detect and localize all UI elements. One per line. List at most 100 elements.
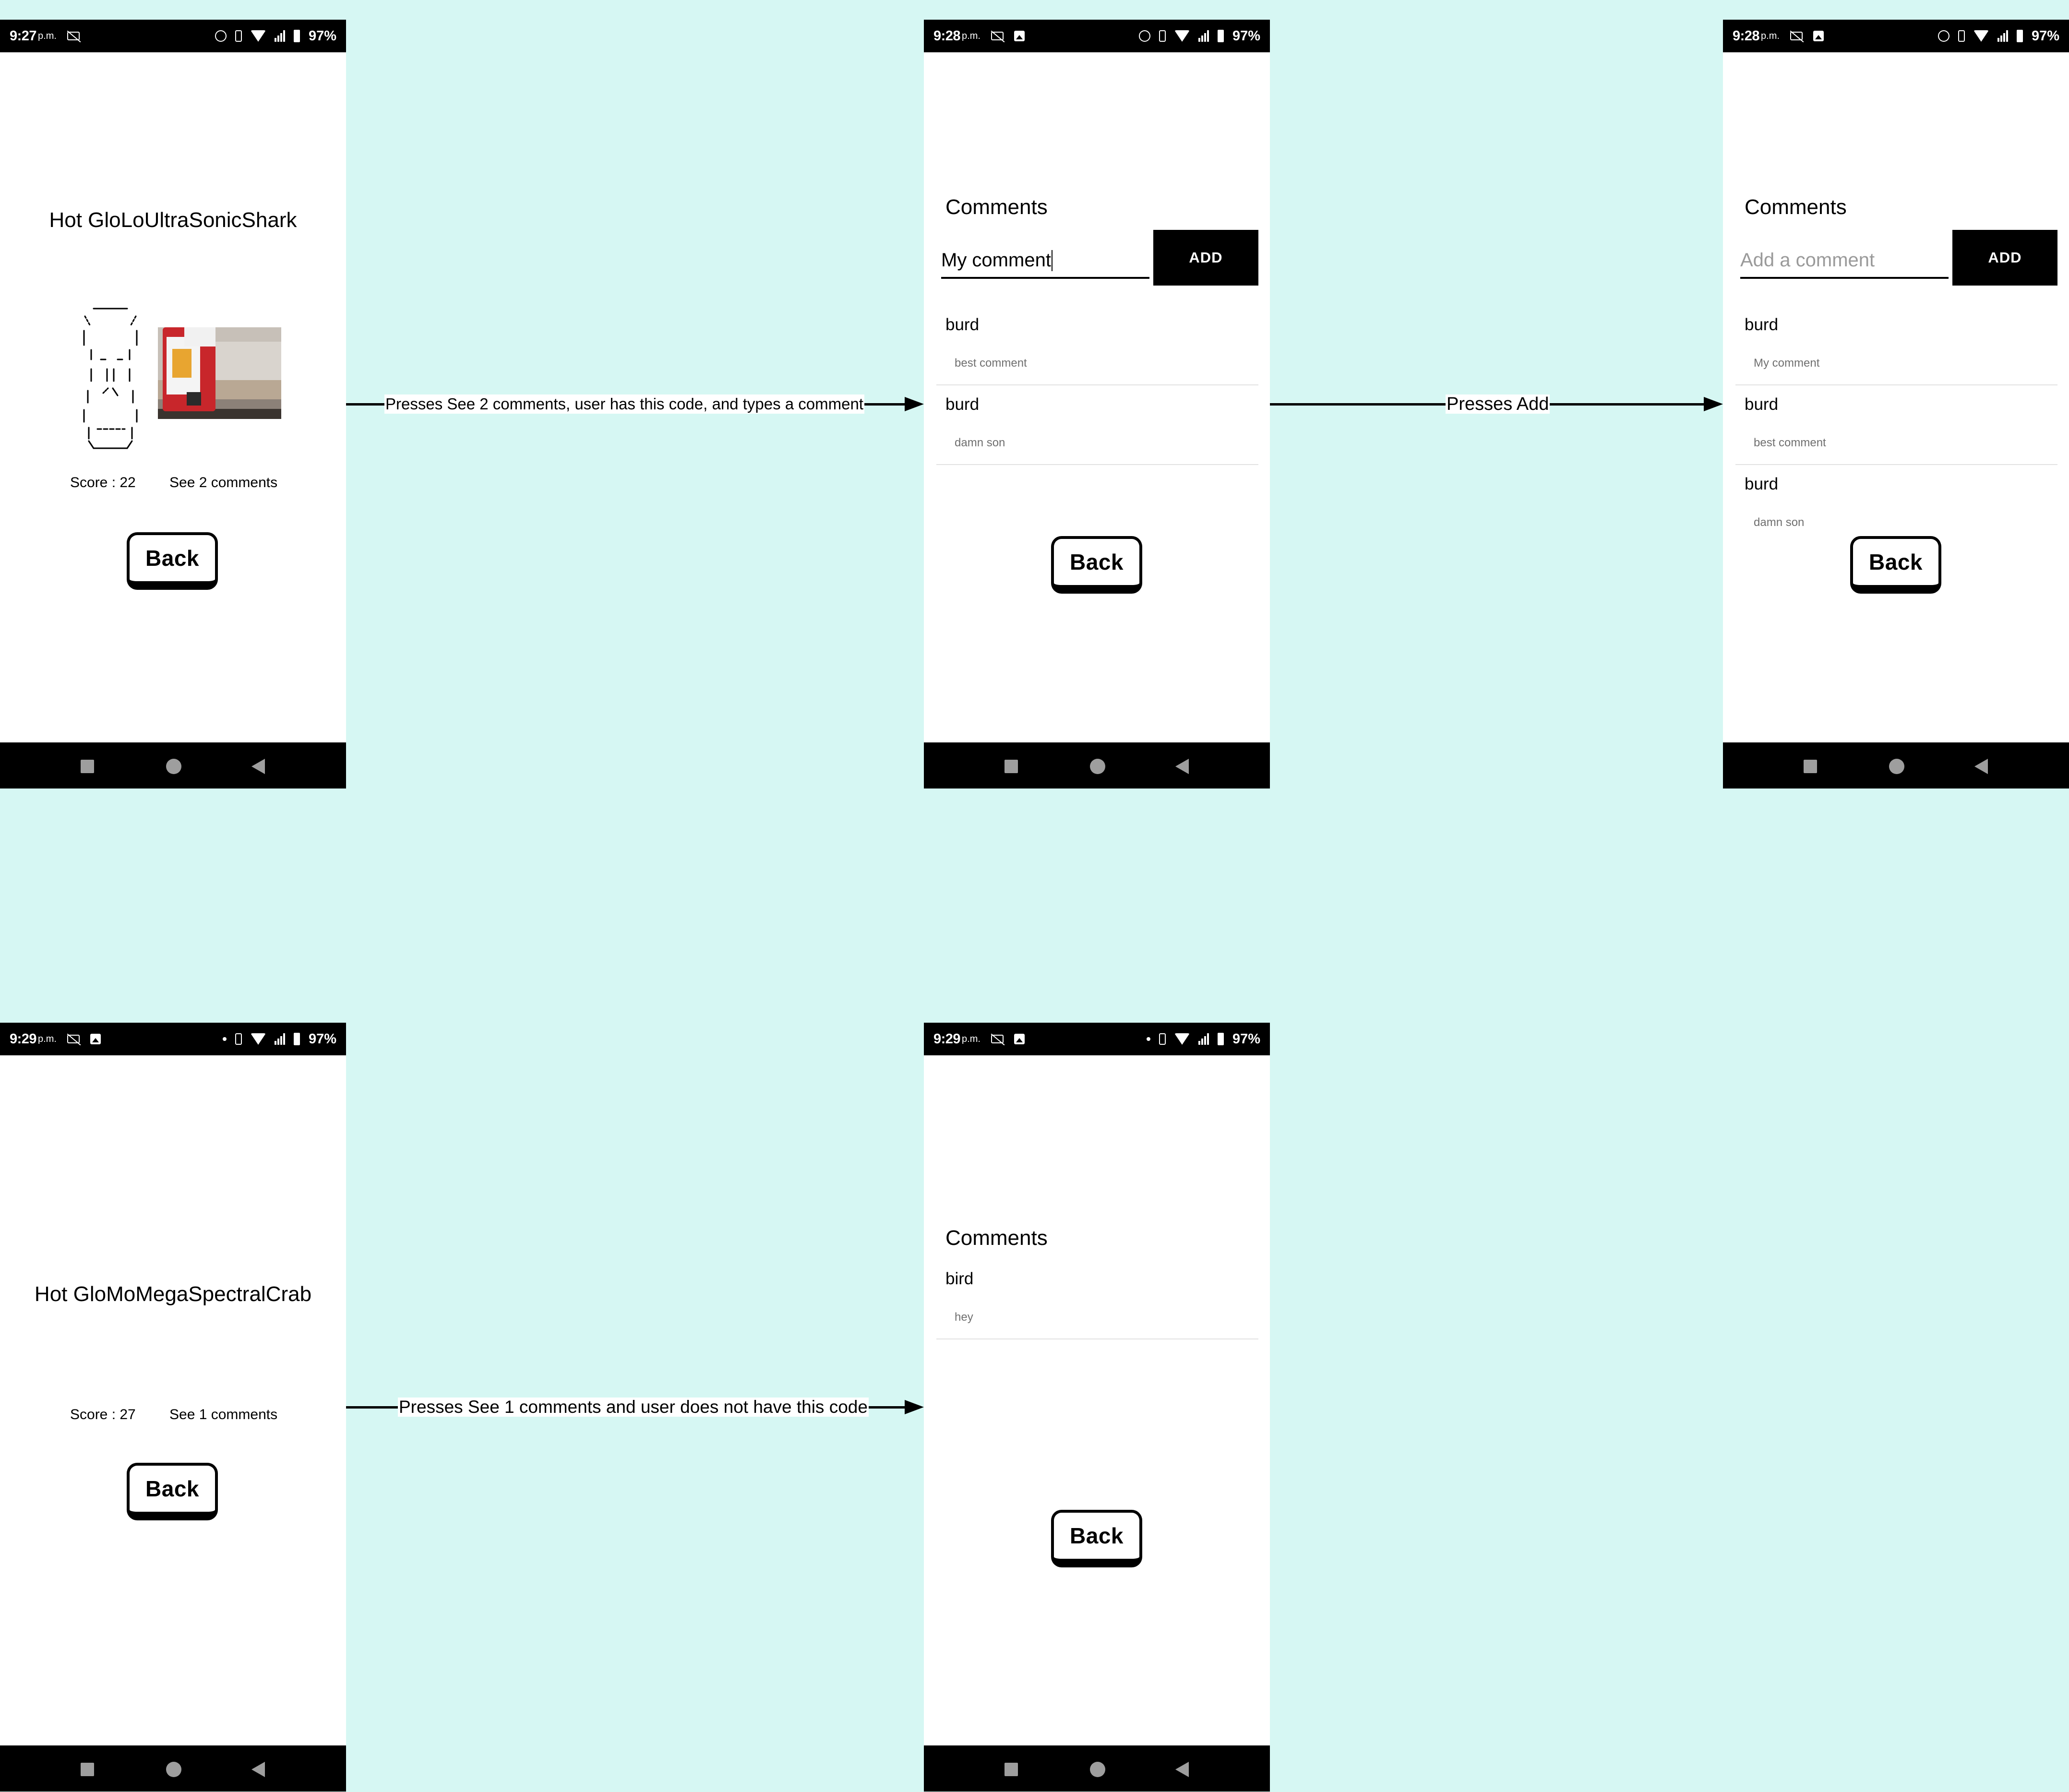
screen-comments-added: 9:28 p.m. 97% Comments Add a comment ADD… (1723, 20, 2069, 788)
comment-text: best comment (1754, 436, 1826, 449)
image-icon (1014, 31, 1025, 41)
recents-icon[interactable] (1005, 1763, 1018, 1776)
status-ampm: p.m. (38, 1033, 57, 1044)
add-button[interactable]: ADD (1153, 230, 1258, 286)
battery-icon (2016, 30, 2023, 42)
back-button[interactable]: Back (127, 1463, 218, 1520)
back-button[interactable]: Back (1850, 536, 1941, 594)
battery-percent: 97% (1232, 1031, 1260, 1047)
comment-input-value: My comment (941, 250, 1051, 271)
arrow-head (905, 397, 924, 411)
comment-input-placeholder: Add a comment (1740, 250, 1875, 271)
comments-heading: Comments (1745, 195, 1847, 219)
back-button-label: Back (1869, 550, 1923, 574)
image-icon (1813, 31, 1824, 41)
wifi-icon (1174, 1033, 1190, 1045)
battery-percent: 97% (2031, 28, 2059, 44)
comment-user: bird (945, 1269, 974, 1288)
nav-back-icon[interactable] (1175, 759, 1189, 774)
recents-icon[interactable] (81, 1763, 94, 1776)
item-title: Hot GloMoMegaSpectralCrab (34, 1282, 312, 1306)
image-icon (1014, 1034, 1025, 1044)
comment-user: burd (945, 395, 980, 414)
home-icon[interactable] (1889, 759, 1904, 774)
recents-icon[interactable] (81, 760, 94, 773)
nav-back-icon[interactable] (251, 1762, 265, 1777)
comment-item: burd damn son (936, 385, 1258, 465)
home-icon[interactable] (166, 1762, 181, 1777)
back-button[interactable]: Back (127, 532, 218, 590)
nav-back-icon[interactable] (1974, 759, 1988, 774)
nav-bar (1723, 742, 2069, 788)
score-label: Score : 22 (70, 475, 136, 490)
wifi-icon (1174, 30, 1190, 42)
home-icon[interactable] (1090, 1762, 1105, 1777)
screen-comments-typing: 9:28 p.m. 97% Comments My comment ADD bu… (924, 20, 1270, 788)
signal-icon (1198, 1033, 1209, 1045)
comments-heading: Comments (945, 1226, 1048, 1250)
see-comments-link[interactable]: See 2 comments (169, 475, 277, 491)
back-button-label: Back (145, 1476, 199, 1501)
score-label: Score : 27 (70, 1407, 136, 1422)
comment-text: hey (955, 1311, 973, 1324)
signal-icon (1198, 30, 1209, 42)
vibrate-icon (235, 30, 242, 42)
alarm-icon (1138, 30, 1150, 42)
camera-off-icon (991, 32, 1004, 40)
nav-bar (0, 1745, 346, 1792)
comment-input[interactable]: My comment (941, 229, 1149, 279)
screen-item-detail-1: 9:27 p.m. 97% Hot GloLoUltraSonicShark S… (0, 20, 346, 788)
home-icon[interactable] (166, 759, 181, 774)
comment-input[interactable]: Add a comment (1740, 229, 1949, 279)
signal-icon (274, 30, 285, 42)
comment-item: burd best comment (936, 306, 1258, 385)
nav-bar (924, 742, 1270, 788)
status-bar: 9:28 p.m. 97% (924, 20, 1270, 52)
image-icon (90, 1034, 101, 1044)
status-ampm: p.m. (38, 30, 57, 41)
status-bar: 9:27 p.m. 97% (0, 20, 346, 52)
camera-off-icon (1790, 32, 1803, 40)
add-button[interactable]: ADD (1952, 230, 2057, 286)
battery-icon (1217, 30, 1224, 42)
item-title: Hot GloLoUltraSonicShark (49, 208, 297, 232)
nav-back-icon[interactable] (1175, 1762, 1189, 1777)
wifi-icon (250, 30, 266, 42)
status-time: 9:28 (933, 28, 961, 44)
status-bar: 9:29 p.m. 97% (924, 1023, 1270, 1055)
comment-item: burd damn son (1735, 465, 2057, 545)
status-ampm: p.m. (1761, 30, 1780, 41)
battery-icon (293, 30, 300, 42)
status-bar: 9:28 p.m. 97% (1723, 20, 2069, 52)
home-icon[interactable] (1090, 759, 1105, 774)
notification-dot-icon (222, 1037, 227, 1041)
see-comments-link[interactable]: See 1 comments (169, 1407, 277, 1423)
arrow-head (905, 1400, 924, 1414)
vibrate-icon (1159, 30, 1166, 42)
back-button[interactable]: Back (1051, 1510, 1142, 1567)
flow-arrow: Presses Add (1270, 394, 1723, 414)
battery-percent: 97% (1232, 28, 1260, 44)
comment-text: damn son (955, 436, 1005, 449)
status-ampm: p.m. (962, 1033, 981, 1044)
screen-item-detail-2: 9:29 p.m. 97% Hot GloMoMegaSpectralCrab … (0, 1023, 346, 1792)
wifi-icon (250, 1033, 266, 1045)
signal-icon (274, 1033, 285, 1045)
battery-percent: 97% (308, 1031, 336, 1047)
arrow-head (1704, 397, 1723, 411)
comment-user: burd (1745, 315, 1779, 334)
camera-off-icon (67, 32, 80, 40)
arrow-label: Presses Add (1446, 394, 1550, 414)
alarm-icon (1937, 30, 1949, 42)
vibrate-icon (1958, 30, 1965, 42)
recents-icon[interactable] (1804, 760, 1817, 773)
nav-bar (0, 742, 346, 788)
status-time: 9:28 (1733, 28, 1760, 44)
wifi-icon (1973, 30, 1989, 42)
ascii-art-image (83, 308, 138, 449)
nav-bar (924, 1745, 1270, 1792)
back-button[interactable]: Back (1051, 536, 1142, 594)
nav-back-icon[interactable] (251, 759, 265, 774)
recents-icon[interactable] (1005, 760, 1018, 773)
comment-item: bird hey (936, 1260, 1258, 1339)
